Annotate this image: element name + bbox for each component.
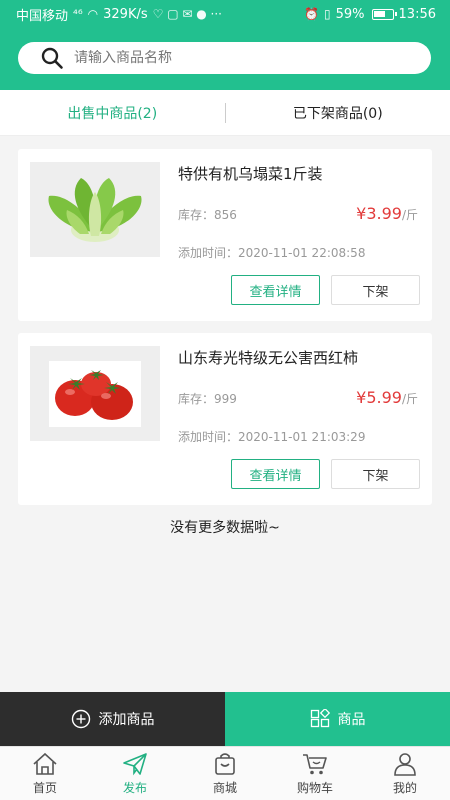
bok-choy-image[interactable] (30, 162, 160, 257)
price-value: ¥3.99 (356, 204, 402, 223)
grid-icon (310, 709, 330, 728)
nav-label: 首页 (32, 780, 57, 795)
product-card: 山东寿光特级无公害西红柿 库存：999 ¥5.99/斤 添加时间：2020-11… (18, 333, 432, 505)
tomato-image[interactable] (30, 346, 160, 441)
send-icon (123, 752, 147, 775)
nav-label: 商城 (212, 780, 237, 795)
take-off-shelf-button[interactable]: 下架 (331, 459, 420, 489)
tab-off-shelf[interactable]: 已下架商品(0) (226, 103, 450, 123)
product-added-time: 添加时间：2020-11-01 22:08:58 (178, 246, 366, 260)
price-unit: /斤 (401, 208, 418, 222)
notification-icons: ♡ ▢ ✉ ● ··· (152, 7, 222, 21)
battery-percent: 59% (335, 6, 365, 22)
search-bar[interactable] (18, 42, 431, 74)
home-icon (33, 752, 57, 775)
nav-label: 购物车 (296, 780, 333, 795)
cart-icon (303, 753, 327, 774)
clock: 13:56 (398, 6, 436, 22)
product-added-time: 添加时间：2020-11-01 21:03:29 (178, 430, 366, 444)
nav-home[interactable]: 首页 (0, 747, 90, 800)
add-product-button[interactable]: 添加商品 (0, 692, 225, 746)
product-stock: 库存：999 (178, 392, 237, 406)
network-speed: 329K/s (103, 6, 148, 22)
product-title: 山东寿光特级无公害西红柿 (178, 349, 359, 367)
price-value: ¥5.99 (356, 388, 402, 407)
search-icon (41, 47, 63, 69)
nav-label: 我的 (392, 780, 417, 795)
product-price: ¥5.99/斤 (356, 388, 418, 407)
goods-button[interactable]: 商品 (225, 692, 450, 746)
view-details-button[interactable]: 查看详情 (231, 459, 320, 489)
view-details-button[interactable]: 查看详情 (231, 275, 320, 305)
product-title: 特供有机乌塌菜1斤装 (178, 165, 323, 183)
top-header: 中国移动 ⁴⁶ ◠ 329K/s ♡ ▢ ✉ ● ··· ⏰ ▯ 59% 13:… (0, 0, 450, 90)
shop-bag-icon (215, 752, 235, 775)
carrier-label: 中国移动 (16, 8, 69, 24)
take-off-shelf-button[interactable]: 下架 (331, 275, 420, 305)
plus-circle-icon (71, 709, 90, 729)
search-input[interactable] (74, 50, 394, 66)
battery-icon (371, 8, 397, 20)
nav-mine[interactable]: 我的 (360, 747, 450, 800)
tab-on-sale[interactable]: 出售中商品(2) (0, 103, 225, 123)
wifi-icon: ◠ (87, 7, 99, 21)
add-product-label: 添加商品 (98, 712, 155, 728)
nav-label: 发布 (122, 780, 147, 795)
status-bar: 中国移动 ⁴⁶ ◠ 329K/s ♡ ▢ ✉ ● ··· ⏰ ▯ 59% 13:… (0, 0, 450, 28)
product-card: 特供有机乌塌菜1斤装 库存：856 ¥3.99/斤 添加时间：2020-11-0… (18, 149, 432, 321)
signal-icon: ⁴⁶ (73, 7, 83, 21)
no-more-data-text: 没有更多数据啦~ (170, 520, 280, 536)
vibrate-icon: ▯ (324, 7, 331, 21)
product-price: ¥3.99/斤 (356, 204, 418, 223)
bottom-nav: 首页 发布 商城 购物车 我的 (0, 746, 450, 800)
user-icon (394, 752, 416, 776)
nav-publish[interactable]: 发布 (90, 747, 180, 800)
nav-cart[interactable]: 购物车 (270, 747, 360, 800)
alarm-icon: ⏰ (304, 7, 320, 21)
action-bar: 添加商品 商品 (0, 692, 450, 746)
goods-label: 商品 (337, 712, 366, 728)
status-tabs: 出售中商品(2) 已下架商品(0) (0, 90, 450, 136)
price-unit: /斤 (401, 392, 418, 406)
product-stock: 库存：856 (178, 208, 237, 222)
nav-shop[interactable]: 商城 (180, 747, 270, 800)
